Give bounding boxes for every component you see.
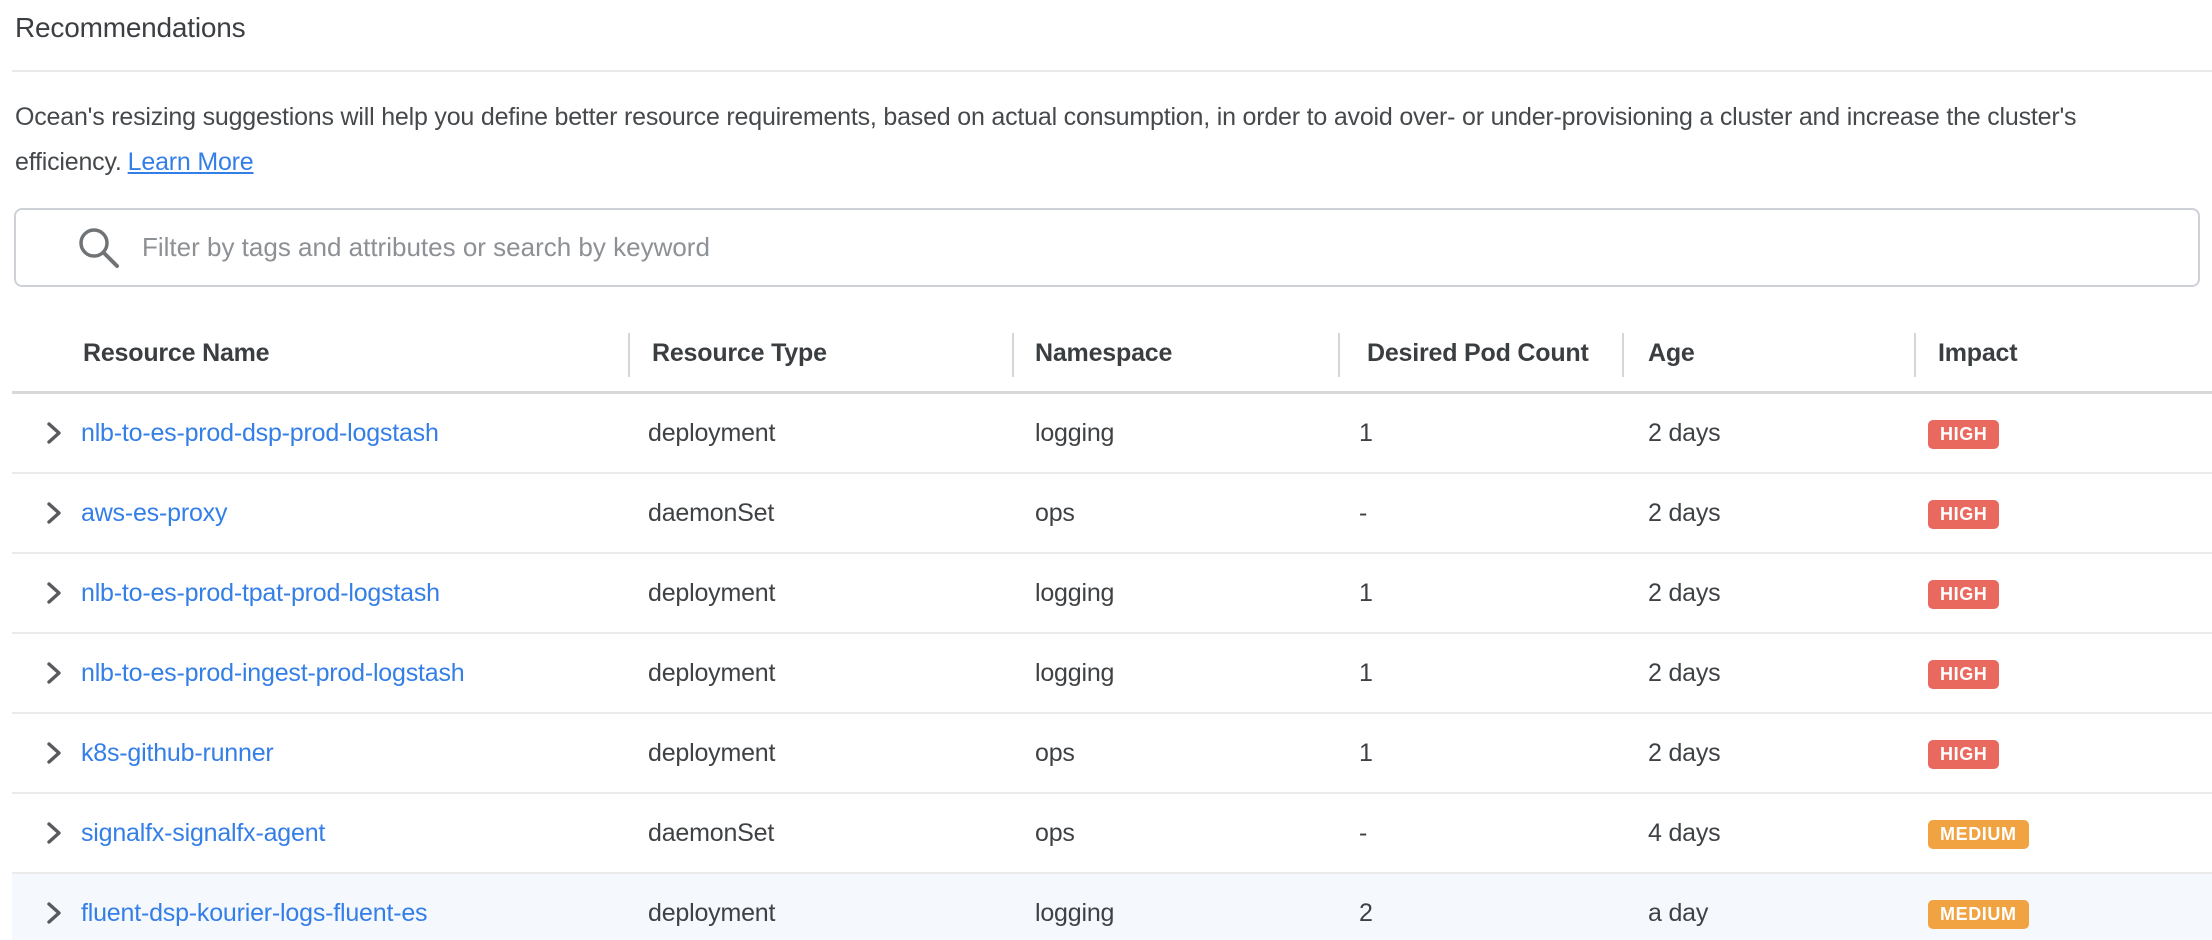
title-divider	[12, 70, 2212, 72]
resource-name-cell: k8s-github-runner	[12, 739, 628, 768]
namespace-cell: ops	[1012, 499, 1338, 528]
namespace-cell: ops	[1012, 819, 1338, 848]
column-header-desired-pod-count[interactable]: Desired Pod Count	[1338, 316, 1622, 391]
age-cell: 2 days	[1622, 499, 1914, 528]
table-row[interactable]: k8s-github-runner deployment ops 1 2 day…	[12, 714, 2212, 794]
resource-name-cell: nlb-to-es-prod-dsp-prod-logstash	[12, 419, 628, 448]
impact-cell: HIGH	[1914, 578, 2212, 609]
resource-name-cell: fluent-dsp-kourier-logs-fluent-es	[12, 899, 628, 928]
chevron-right-icon[interactable]	[40, 579, 68, 607]
desired-pod-count-cell: 1	[1338, 419, 1622, 448]
table-row[interactable]: nlb-to-es-prod-tpat-prod-logstash deploy…	[12, 554, 2212, 634]
chevron-right-icon[interactable]	[40, 419, 68, 447]
table-row[interactable]: nlb-to-es-prod-ingest-prod-logstash depl…	[12, 634, 2212, 714]
resource-name-cell: nlb-to-es-prod-ingest-prod-logstash	[12, 659, 628, 688]
age-cell: 2 days	[1622, 579, 1914, 608]
impact-badge: MEDIUM	[1928, 820, 2029, 849]
column-header-resource-name[interactable]: Resource Name	[12, 316, 628, 391]
chevron-right-icon[interactable]	[40, 819, 68, 847]
impact-cell: HIGH	[1914, 498, 2212, 529]
impact-badge: HIGH	[1928, 740, 1999, 769]
impact-badge: HIGH	[1928, 420, 1999, 449]
resource-name-link[interactable]: nlb-to-es-prod-tpat-prod-logstash	[81, 579, 440, 608]
namespace-cell: logging	[1012, 899, 1338, 928]
chevron-right-icon[interactable]	[40, 499, 68, 527]
desired-pod-count-cell: 1	[1338, 579, 1622, 608]
chevron-right-icon[interactable]	[40, 659, 68, 687]
table-row[interactable]: nlb-to-es-prod-dsp-prod-logstash deploym…	[12, 394, 2212, 474]
impact-cell: MEDIUM	[1914, 818, 2212, 849]
recommendations-page: Recommendations Ocean's resizing suggest…	[0, 12, 2212, 940]
desired-pod-count-cell: 1	[1338, 659, 1622, 688]
resource-name-cell: nlb-to-es-prod-tpat-prod-logstash	[12, 579, 628, 608]
namespace-cell: ops	[1012, 739, 1338, 768]
resource-name-link[interactable]: k8s-github-runner	[81, 739, 274, 768]
page-description: Ocean's resizing suggestions will help y…	[15, 95, 2196, 185]
table-body: nlb-to-es-prod-dsp-prod-logstash deploym…	[12, 394, 2212, 940]
impact-badge: MEDIUM	[1928, 900, 2029, 929]
namespace-cell: logging	[1012, 419, 1338, 448]
namespace-cell: logging	[1012, 659, 1338, 688]
page-title: Recommendations	[15, 12, 2212, 44]
learn-more-link[interactable]: Learn More	[128, 148, 254, 176]
filter-search-bar[interactable]	[14, 208, 2200, 287]
table-row[interactable]: aws-es-proxy daemonSet ops - 2 days HIGH	[12, 474, 2212, 554]
filter-search-input[interactable]	[142, 210, 2198, 285]
resource-name-link[interactable]: fluent-dsp-kourier-logs-fluent-es	[81, 899, 427, 928]
description-text: Ocean's resizing suggestions will help y…	[15, 103, 2076, 176]
column-header-resource-type[interactable]: Resource Type	[628, 316, 1012, 391]
impact-cell: MEDIUM	[1914, 898, 2212, 929]
column-header-namespace[interactable]: Namespace	[1012, 316, 1338, 391]
impact-cell: HIGH	[1914, 738, 2212, 769]
impact-badge: HIGH	[1928, 500, 1999, 529]
impact-badge: HIGH	[1928, 660, 1999, 689]
desired-pod-count-cell: -	[1338, 499, 1622, 528]
resource-name-link[interactable]: signalfx-signalfx-agent	[81, 819, 325, 848]
table-row[interactable]: signalfx-signalfx-agent daemonSet ops - …	[12, 794, 2212, 874]
chevron-right-icon[interactable]	[40, 739, 68, 767]
resource-type-cell: deployment	[628, 739, 1012, 768]
resource-name-cell: signalfx-signalfx-agent	[12, 819, 628, 848]
impact-cell: HIGH	[1914, 418, 2212, 449]
resource-name-link[interactable]: nlb-to-es-prod-dsp-prod-logstash	[81, 419, 439, 448]
resource-type-cell: daemonSet	[628, 499, 1012, 528]
resource-type-cell: deployment	[628, 899, 1012, 928]
resource-type-cell: deployment	[628, 659, 1012, 688]
impact-badge: HIGH	[1928, 580, 1999, 609]
table-row[interactable]: fluent-dsp-kourier-logs-fluent-es deploy…	[12, 874, 2212, 940]
column-header-impact[interactable]: Impact	[1914, 316, 2212, 391]
age-cell: 2 days	[1622, 419, 1914, 448]
resource-name-cell: aws-es-proxy	[12, 499, 628, 528]
desired-pod-count-cell: 2	[1338, 899, 1622, 928]
resource-type-cell: deployment	[628, 419, 1012, 448]
age-cell: 2 days	[1622, 659, 1914, 688]
age-cell: 4 days	[1622, 819, 1914, 848]
age-cell: a day	[1622, 899, 1914, 928]
column-header-age[interactable]: Age	[1622, 316, 1914, 391]
impact-cell: HIGH	[1914, 658, 2212, 689]
chevron-right-icon[interactable]	[40, 899, 68, 927]
resource-name-link[interactable]: nlb-to-es-prod-ingest-prod-logstash	[81, 659, 464, 688]
recommendations-table: Resource Name Resource Type Namespace De…	[12, 316, 2212, 940]
resource-name-link[interactable]: aws-es-proxy	[81, 499, 227, 528]
desired-pod-count-cell: -	[1338, 819, 1622, 848]
resource-type-cell: deployment	[628, 579, 1012, 608]
table-header-row: Resource Name Resource Type Namespace De…	[12, 316, 2212, 394]
namespace-cell: logging	[1012, 579, 1338, 608]
desired-pod-count-cell: 1	[1338, 739, 1622, 768]
age-cell: 2 days	[1622, 739, 1914, 768]
search-icon	[74, 223, 124, 273]
resource-type-cell: daemonSet	[628, 819, 1012, 848]
